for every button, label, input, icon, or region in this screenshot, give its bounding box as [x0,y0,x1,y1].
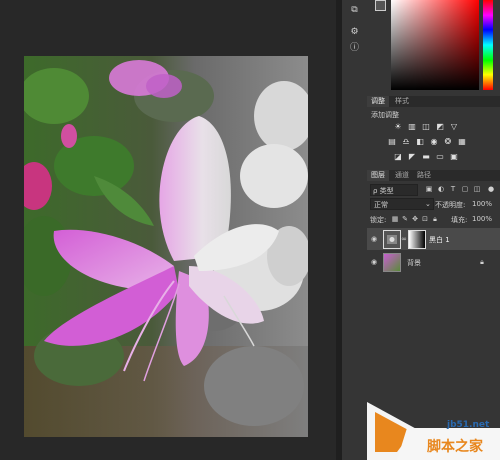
layer-name: 背景 [407,259,421,267]
adjustments-tabs: 调整 样式 [367,96,500,107]
info-icon[interactable]: ⓘ [347,42,362,55]
filter-adjustment-icon[interactable]: ◐ [437,185,445,193]
document-canvas[interactable] [0,0,336,460]
history-icon[interactable]: ⧉ [347,4,362,17]
eye-icon[interactable]: ◉ [370,235,378,243]
color-balance-icon[interactable]: ♎ [401,137,411,146]
layer-thumbnail [383,253,401,272]
fill-value[interactable]: 100% [472,215,492,223]
invert-icon[interactable]: ◪ [393,152,403,161]
chevron-down-icon: ⌄ [425,200,431,208]
tab-adjustments[interactable]: 调整 [367,96,389,107]
lock-position-icon[interactable]: ✥ [411,215,419,223]
blend-mode-value: 正常 [374,201,388,209]
tab-styles[interactable]: 样式 [391,96,413,107]
opacity-label: 不透明度: [435,201,466,209]
lock-icon: 🔒︎ [480,258,484,266]
add-adjustment-label: 添加调整 [371,111,399,119]
layer-row-background[interactable]: ◉ 背景 🔒︎ [367,251,500,273]
color-picker-field[interactable] [391,0,479,90]
selective-color-icon[interactable]: ▣ [449,152,459,161]
right-panels: 调整 样式 添加调整 ☀ ▥ ◫ ◩ ▽ ▤ ♎ ◧ ◉ ❂ ▦ ◪ ◤ ▬ ▭… [367,0,500,460]
filter-pixel-icon[interactable]: ▣ [425,185,433,193]
layer-filter-label: ρ 类型 [373,187,394,195]
hue-saturation-icon[interactable]: ▤ [387,137,397,146]
color-lookup-icon[interactable]: ▦ [457,137,467,146]
layer-row-black-white[interactable]: ◉ ∞ 黑白 1 [367,228,500,250]
posterize-icon[interactable]: ◤ [407,152,417,161]
layers-tabs: 图层 通道 路径 [367,170,500,181]
hue-slider[interactable] [483,0,493,90]
properties-icon[interactable]: ⚙ [347,26,362,39]
curves-icon[interactable]: ◫ [421,122,431,131]
threshold-icon[interactable]: ▬ [421,152,431,161]
watermark-brand: 脚本之家 [427,439,483,455]
link-icon[interactable]: ∞ [400,235,408,243]
blend-mode-row: 正常 ⌄ 不透明度: 100% [367,198,500,210]
filter-toggle-icon[interactable]: ● [487,185,495,193]
layer-filter-select[interactable]: ρ 类型 [370,184,418,196]
lock-label: 锁定: [370,216,387,224]
tab-channels[interactable]: 通道 [391,170,413,181]
brightness-icon[interactable]: ☀ [393,122,403,131]
blend-mode-select[interactable]: 正常 ⌄ [370,198,434,210]
filter-smart-object-icon[interactable]: ◫ [473,185,481,193]
filter-type-icon[interactable]: T [449,185,457,193]
opacity-value[interactable]: 100% [472,200,492,208]
lock-image-icon[interactable]: ✎ [401,215,409,223]
gradient-map-icon[interactable]: ▭ [435,152,445,161]
watermark-site: jb51.net [447,420,490,430]
filter-shape-icon[interactable]: ▢ [461,185,469,193]
layer-name: 黑白 1 [429,236,450,244]
flower-photo [24,56,308,437]
photo-filter-icon[interactable]: ◉ [429,137,439,146]
exposure-icon[interactable]: ◩ [435,122,445,131]
lock-artboard-icon[interactable]: ⊡ [421,215,429,223]
lock-all-icon[interactable]: 🔒︎ [431,215,439,223]
levels-icon[interactable]: ▥ [407,122,417,131]
layer-filter-row: ρ 类型 ▣ ◐ T ▢ ◫ ● [367,184,500,196]
vibrance-icon[interactable]: ▽ [449,122,459,131]
tab-paths[interactable]: 路径 [413,170,435,181]
fill-label: 填充: [451,216,468,224]
tab-layers[interactable]: 图层 [367,170,389,181]
layer-mask-thumbnail[interactable] [408,230,426,249]
lock-row: 锁定: ▦ ✎ ✥ ⊡ 🔒︎ 填充: 100% [367,213,500,224]
black-white-icon[interactable]: ◧ [415,137,425,146]
collapsed-panel-strip: ⧉ ⚙ ⓘ [342,0,368,460]
channel-mixer-icon[interactable]: ❂ [443,137,453,146]
foreground-color-swatch[interactable] [375,0,386,11]
eye-icon[interactable]: ◉ [370,258,378,266]
adjustment-layer-icon [383,230,401,249]
watermark: jb51.net 脚本之家 [367,392,500,460]
lock-transparent-icon[interactable]: ▦ [391,215,399,223]
